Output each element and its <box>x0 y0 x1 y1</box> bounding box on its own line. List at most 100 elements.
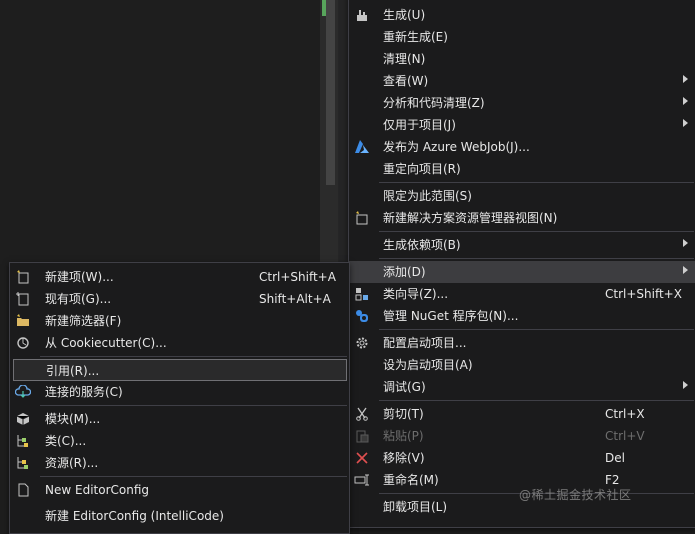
menu-item-label: 管理 NuGet 程序包(N)... <box>383 309 519 323</box>
menu-item-shortcut: Ctrl+Shift+X <box>605 287 682 301</box>
menu-item-shortcut: Del <box>605 451 625 465</box>
submenu-item-existing-item[interactable]: 现有项(G)... Shift+Alt+A <box>10 288 349 310</box>
class-wizard-icon <box>353 285 371 303</box>
editorconfig-icon <box>14 481 32 499</box>
watermark: @稀土掘金技术社区 <box>519 488 632 502</box>
menu-item-label: 配置启动项目... <box>383 336 467 350</box>
menu-item-label: 引用(R)... <box>46 364 100 378</box>
submenu-arrow-icon <box>683 239 688 247</box>
menu-item-label: 移除(V) <box>383 451 425 465</box>
menu-item-paste[interactable]: 粘贴(P) Ctrl+V <box>349 425 695 447</box>
submenu-item-reference[interactable]: 引用(R)... <box>13 359 347 381</box>
menu-item-label: New EditorConfig <box>45 483 150 497</box>
editor-scrollbar-thumb[interactable] <box>326 0 335 185</box>
scissors-icon <box>353 405 371 423</box>
submenu-item-new-editorconfig[interactable]: New EditorConfig <box>10 479 349 501</box>
menu-item-label: 剪切(T) <box>383 407 424 421</box>
menu-item-configure-startup[interactable]: 配置启动项目... <box>349 332 695 354</box>
azure-icon <box>353 138 371 156</box>
menu-separator <box>40 405 347 406</box>
menu-item-label: 粘贴(P) <box>383 429 424 443</box>
menu-item-label: 新建解决方案资源管理器视图(N) <box>383 211 558 225</box>
submenu-arrow-icon <box>683 97 688 105</box>
menu-item-label: 现有项(G)... <box>45 292 112 306</box>
menu-item-add[interactable]: 添加(D) <box>349 261 695 283</box>
menu-item-build[interactable]: 生成(U) <box>349 4 695 26</box>
menu-item-view[interactable]: 查看(W) <box>349 70 695 92</box>
menu-item-label: 清理(N) <box>383 52 426 66</box>
resource-icon <box>14 454 32 472</box>
menu-item-label: 新建 EditorConfig (IntelliCode) <box>45 509 224 523</box>
class-icon <box>14 432 32 450</box>
menu-item-rebuild[interactable]: 重新生成(E) <box>349 26 695 48</box>
menu-item-debug[interactable]: 调试(G) <box>349 376 695 398</box>
menu-item-label: 卸载项目(L) <box>383 500 448 514</box>
menu-item-label: 分析和代码清理(Z) <box>383 96 485 110</box>
menu-separator <box>379 258 694 259</box>
submenu-item-module[interactable]: 模块(M)... <box>10 408 349 430</box>
submenu-item-new-filter[interactable]: 新建筛选器(F) <box>10 310 349 332</box>
add-submenu: 新建项(W)... Ctrl+Shift+A 现有项(G)... Shift+A… <box>9 262 350 534</box>
menu-item-shortcut: F2 <box>605 473 620 487</box>
menu-item-label: 生成(U) <box>383 8 426 22</box>
menu-item-cut[interactable]: 剪切(T) Ctrl+X <box>349 403 695 425</box>
submenu-arrow-icon <box>683 75 688 83</box>
menu-separator <box>379 231 694 232</box>
new-view-icon <box>353 209 371 227</box>
menu-item-label: 重定向项目(R) <box>383 162 461 176</box>
menu-item-shortcut: Ctrl+Shift+A <box>259 270 336 284</box>
menu-item-shortcut: Shift+Alt+A <box>259 292 331 306</box>
menu-item-label: 仅用于项目(J) <box>383 118 456 132</box>
submenu-item-connected-service[interactable]: 连接的服务(C) <box>10 381 349 403</box>
cookiecutter-icon <box>14 334 32 352</box>
menu-item-shortcut: Ctrl+V <box>605 429 645 443</box>
submenu-arrow-icon <box>683 266 688 274</box>
menu-separator <box>40 476 347 477</box>
menu-item-partial-top <box>349 0 695 3</box>
paste-icon <box>353 427 371 445</box>
menu-item-label: 发布为 Azure WebJob(J)... <box>383 140 530 154</box>
submenu-arrow-icon <box>683 381 688 389</box>
menu-item-label: 设为启动项目(A) <box>383 358 473 372</box>
remove-icon <box>353 449 371 467</box>
menu-item-clean[interactable]: 清理(N) <box>349 48 695 70</box>
menu-item-new-explorer-view[interactable]: 新建解决方案资源管理器视图(N) <box>349 207 695 229</box>
menu-separator <box>40 356 347 357</box>
nuget-icon <box>353 307 371 325</box>
menu-item-label: 查看(W) <box>383 74 429 88</box>
menu-item-label: 连接的服务(C) <box>45 385 123 399</box>
connected-service-icon <box>14 383 32 401</box>
submenu-item-new-item[interactable]: 新建项(W)... Ctrl+Shift+A <box>10 266 349 288</box>
menu-separator <box>379 329 694 330</box>
submenu-arrow-icon <box>683 119 688 127</box>
menu-item-project-only[interactable]: 仅用于项目(J) <box>349 114 695 136</box>
gear-icon <box>353 334 371 352</box>
submenu-item-resource[interactable]: 资源(R)... <box>10 452 349 474</box>
menu-item-label: 限定为此范围(S) <box>383 189 472 203</box>
existing-item-icon <box>14 290 32 308</box>
menu-item-label: 类(C)... <box>45 434 87 448</box>
submenu-item-cookiecutter[interactable]: 从 Cookiecutter(C)... <box>10 332 349 354</box>
menu-item-remove[interactable]: 移除(V) Del <box>349 447 695 469</box>
rename-icon <box>353 471 371 489</box>
project-context-menu: 生成(U) 重新生成(E) 清理(N) 查看(W) 分析和代码清理(Z) 仅用于… <box>348 0 695 528</box>
menu-separator <box>379 182 694 183</box>
menu-item-class-wizard[interactable]: 类向导(Z)... Ctrl+Shift+X <box>349 283 695 305</box>
folder-icon <box>14 312 32 330</box>
submenu-item-class[interactable]: 类(C)... <box>10 430 349 452</box>
menu-item-retarget[interactable]: 重定向项目(R) <box>349 158 695 180</box>
menu-item-label: 重新生成(E) <box>383 30 448 44</box>
submenu-item-new-editorconfig-intellicode[interactable]: 新建 EditorConfig (IntelliCode) <box>10 505 349 527</box>
menu-item-set-startup[interactable]: 设为启动项目(A) <box>349 354 695 376</box>
menu-item-label: 调试(G) <box>383 380 426 394</box>
menu-item-publish-webjob[interactable]: 发布为 Azure WebJob(J)... <box>349 136 695 158</box>
menu-item-nuget[interactable]: 管理 NuGet 程序包(N)... <box>349 305 695 327</box>
menu-item-label: 从 Cookiecutter(C)... <box>45 336 167 350</box>
menu-item-shortcut: Ctrl+X <box>605 407 645 421</box>
change-indicator <box>322 0 326 16</box>
menu-item-label: 添加(D) <box>383 265 426 279</box>
menu-item-label: 模块(M)... <box>45 412 101 426</box>
menu-item-scope[interactable]: 限定为此范围(S) <box>349 185 695 207</box>
menu-item-build-dependencies[interactable]: 生成依赖项(B) <box>349 234 695 256</box>
menu-item-analyze[interactable]: 分析和代码清理(Z) <box>349 92 695 114</box>
